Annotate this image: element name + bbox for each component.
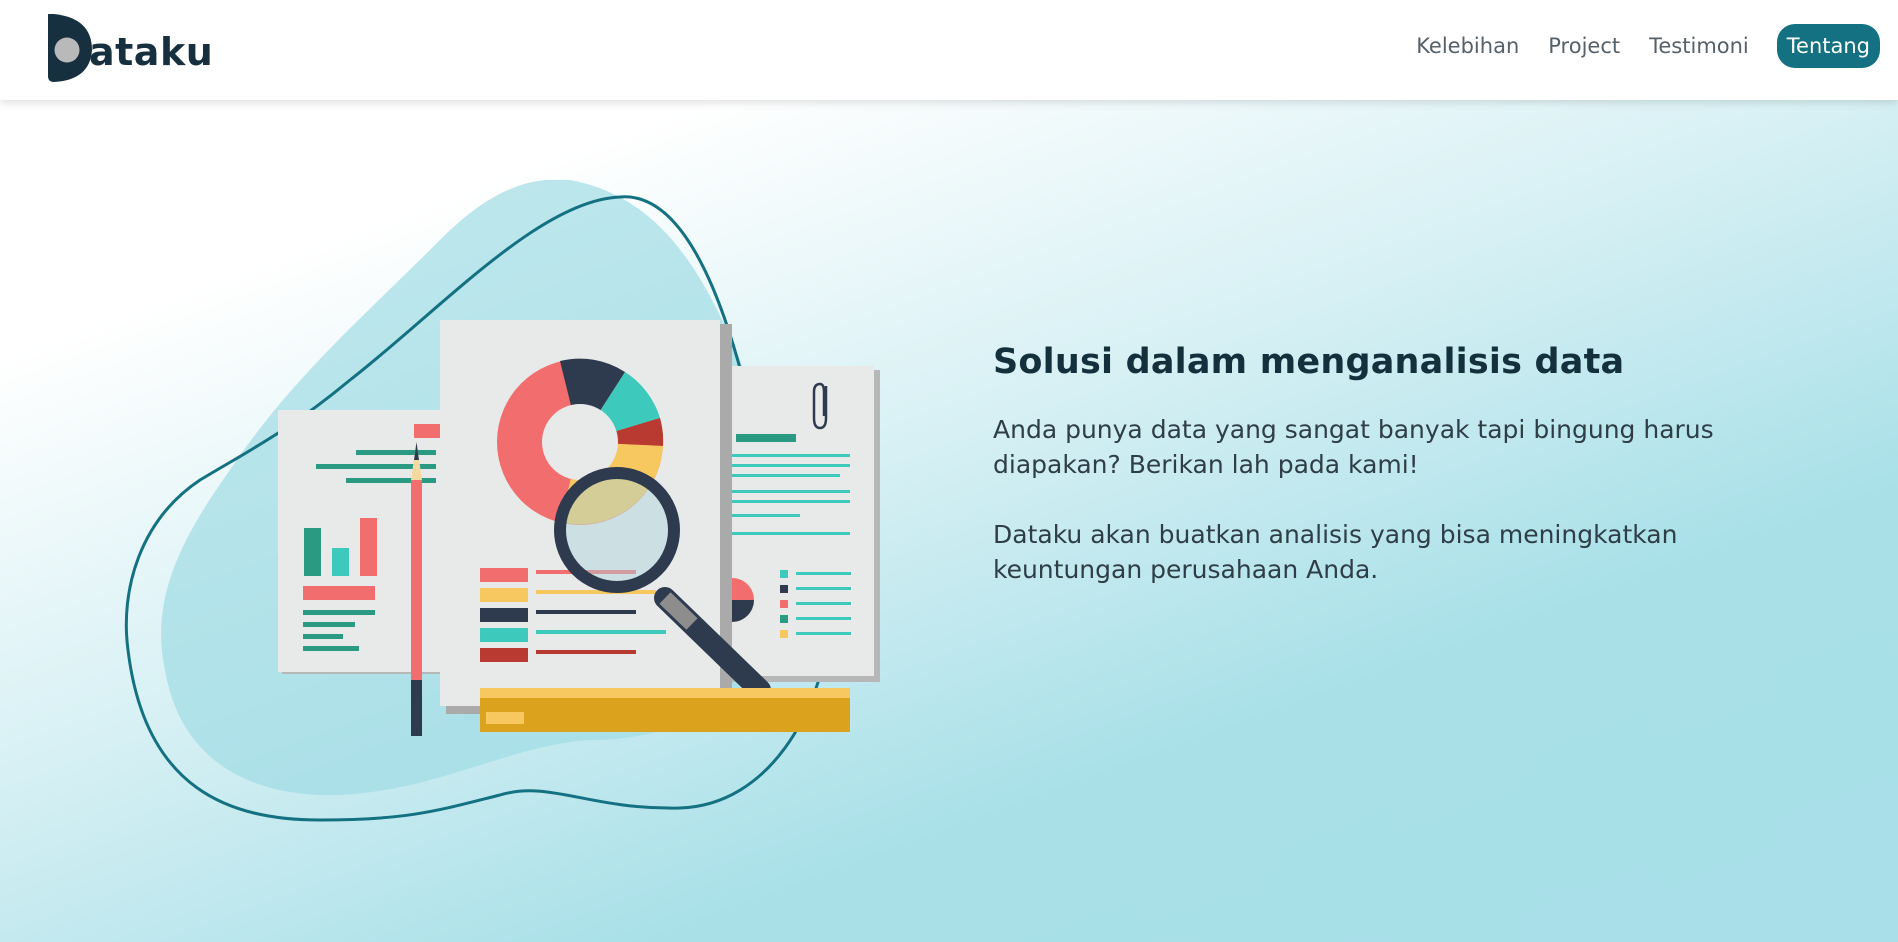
nav-link-kelebihan[interactable]: Kelebihan: [1416, 34, 1519, 58]
brand-name: ataku: [89, 30, 214, 74]
pencil: [411, 442, 422, 736]
top-navbar: ataku Kelebihan Project Testimoni Tentan…: [0, 0, 1898, 100]
data-analysis-illustration: [120, 179, 920, 880]
nav-link-project[interactable]: Project: [1548, 34, 1620, 58]
hero-title: Solusi dalam menganalisis data: [993, 342, 1625, 382]
right-document: [710, 366, 880, 682]
left-document: [278, 410, 449, 674]
dataku-logo-d-icon: [44, 14, 92, 82]
hero-paragraph-1: Anda punya data yang sangat banyak tapi …: [993, 415, 1714, 479]
nav-link-testimoni[interactable]: Testimoni: [1649, 34, 1749, 58]
nav-menu: Kelebihan Project Testimoni Tentang: [1387, 21, 1880, 70]
hero-paragraph-2: Dataku akan buatkan analisis yang bisa m…: [993, 520, 1678, 584]
brand-logo[interactable]: ataku: [44, 13, 213, 83]
nav-link-tentang-button[interactable]: Tentang: [1776, 23, 1880, 68]
ruler: [480, 688, 850, 732]
hero-text: Solusi dalam menganalisis data Anda puny…: [993, 342, 1793, 622]
